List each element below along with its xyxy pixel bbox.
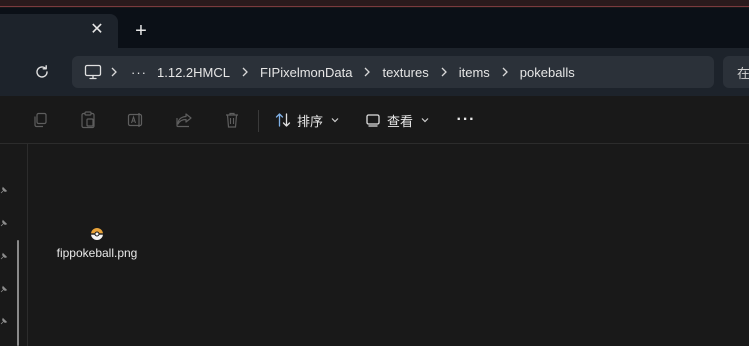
chevron-right-icon[interactable]	[103, 67, 125, 77]
trash-icon[interactable]	[222, 110, 242, 130]
copy-icon[interactable]	[30, 110, 50, 130]
sort-button[interactable]: 排序	[275, 108, 339, 132]
pin-icon[interactable]	[0, 219, 8, 227]
chevron-down-icon	[331, 115, 339, 125]
breadcrumb-item-hmcl[interactable]: 1.12.2HMCL	[153, 65, 234, 80]
view-label: 查看	[387, 113, 414, 129]
breadcrumb[interactable]: ··· 1.12.2HMCL FIPixelmonData textures i…	[72, 56, 714, 88]
chevron-right-icon[interactable]	[494, 67, 516, 77]
breadcrumb-item-pokeballs[interactable]: pokeballs	[516, 65, 579, 80]
address-row: ··· 1.12.2HMCL FIPixelmonData textures i…	[0, 48, 749, 96]
search-input[interactable]: 在	[723, 56, 749, 88]
rename-icon[interactable]	[126, 110, 146, 130]
breadcrumb-item-textures[interactable]: textures	[378, 65, 432, 80]
file-list[interactable]: fippokeball.png	[29, 144, 749, 346]
toolbar-separator	[258, 110, 259, 132]
nav-scrollbar[interactable]	[17, 240, 19, 346]
chevron-down-icon	[421, 115, 429, 125]
command-bar: 排序 查看 ···	[0, 96, 749, 144]
sort-label: 排序	[297, 113, 324, 129]
pin-icon[interactable]	[0, 285, 8, 293]
pin-icon[interactable]	[0, 186, 8, 194]
sort-icon	[275, 112, 291, 128]
pin-icon[interactable]	[0, 252, 8, 260]
file-explorer-window: ✕ + ··· 1.12.2HMCL FIPixelmonData textur…	[0, 0, 749, 346]
chevron-right-icon[interactable]	[433, 67, 455, 77]
tab-active[interactable]: ✕	[0, 14, 118, 48]
tab-strip: ✕ +	[0, 8, 749, 48]
breadcrumb-item-fipixelmondata[interactable]: FIPixelmonData	[256, 65, 356, 80]
new-tab-button[interactable]: +	[128, 18, 154, 44]
more-options-button[interactable]: ···	[452, 108, 480, 132]
paste-icon[interactable]	[78, 110, 98, 130]
refresh-icon[interactable]	[30, 60, 54, 84]
breadcrumb-overflow[interactable]: ···	[125, 65, 153, 80]
file-name: fippokeball.png	[56, 246, 138, 260]
pokeball-image-icon	[89, 226, 105, 242]
window-accent-line	[0, 0, 749, 7]
breadcrumb-item-items[interactable]: items	[455, 65, 494, 80]
pin-icon[interactable]	[0, 317, 8, 325]
monitor-icon[interactable]	[83, 62, 103, 82]
view-button[interactable]: 查看	[365, 108, 429, 132]
navigation-pane	[0, 144, 28, 346]
view-icon	[365, 112, 381, 128]
share-icon[interactable]	[174, 110, 194, 130]
close-icon[interactable]: ✕	[86, 18, 108, 40]
chevron-right-icon[interactable]	[234, 67, 256, 77]
chevron-right-icon[interactable]	[356, 67, 378, 77]
file-item[interactable]: fippokeball.png	[47, 226, 147, 266]
